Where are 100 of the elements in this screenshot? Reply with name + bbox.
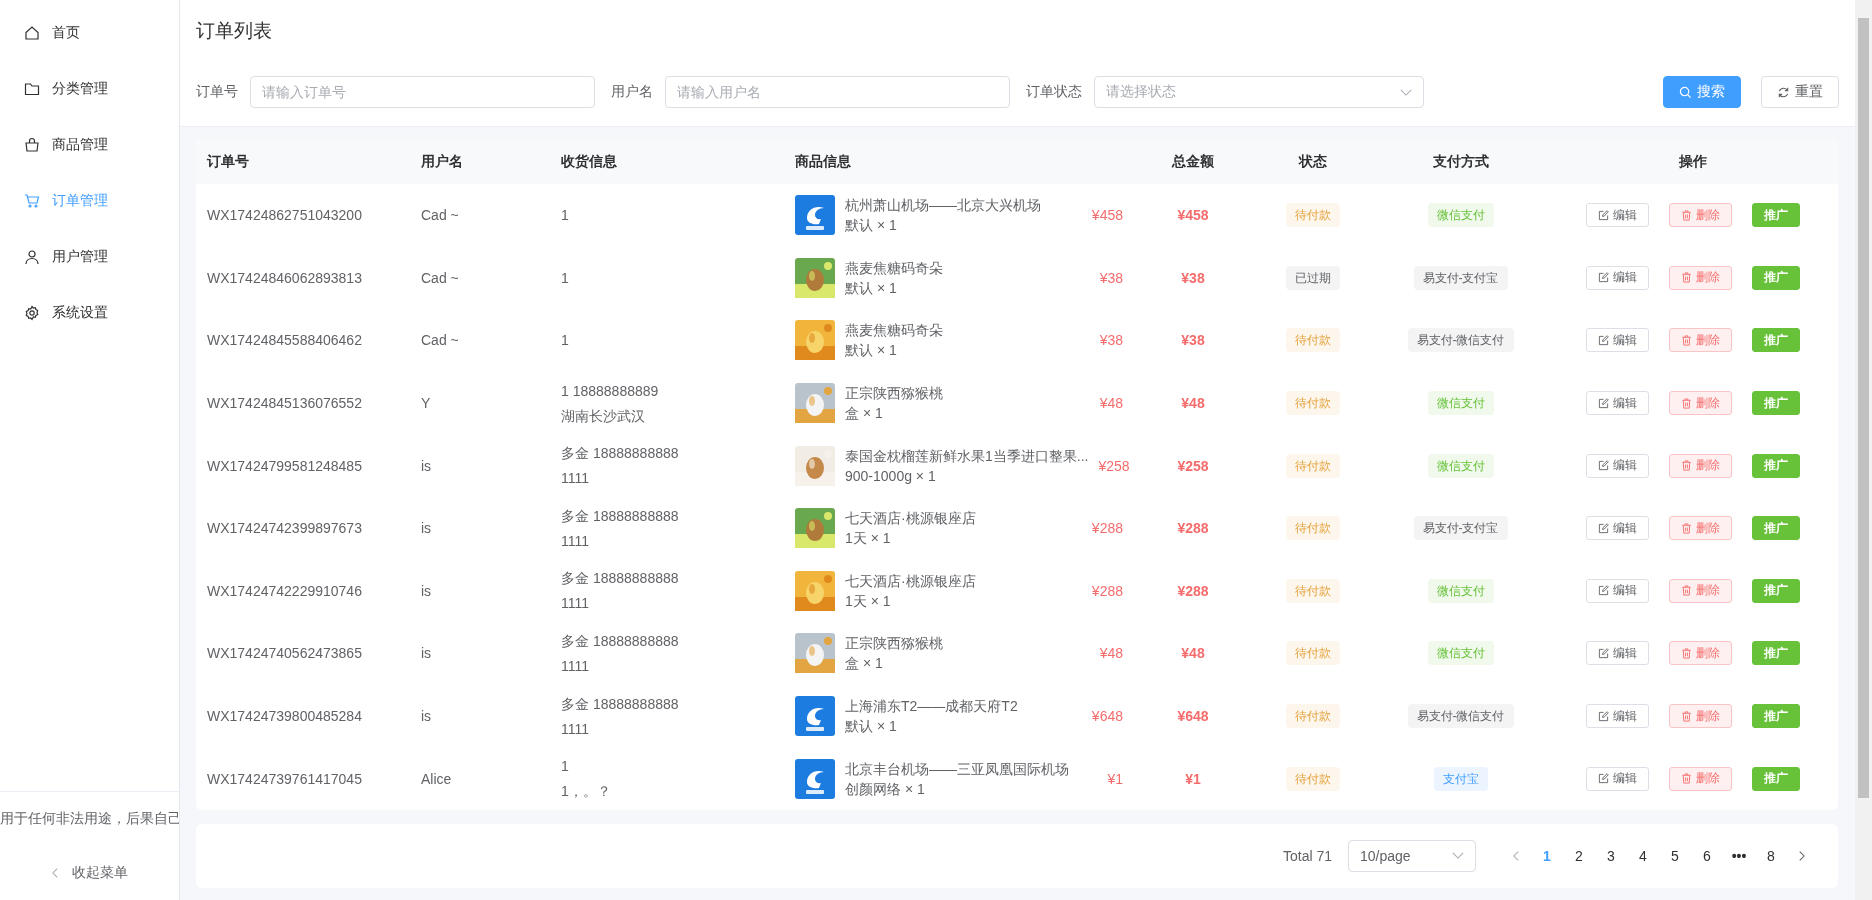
shipping-info: 1111 <box>561 594 590 614</box>
payment-tag: 微信支付 <box>1427 453 1494 478</box>
edit-button[interactable]: 编辑 <box>1585 265 1649 290</box>
page-button[interactable]: 4 <box>1627 847 1659 864</box>
payment-tag: 易支付-支付宝 <box>1413 516 1508 541</box>
unit-price: ¥458 <box>1091 207 1123 224</box>
order-number: WX17424799581248485 <box>207 457 362 474</box>
page-button[interactable]: 3 <box>1595 847 1627 864</box>
edit-button[interactable]: 编辑 <box>1585 766 1649 791</box>
status-tag: 已过期 <box>1286 265 1340 290</box>
text-field[interactable]: 请输入订单号 <box>250 76 595 108</box>
product-spec: 盒 × 1 <box>845 404 884 424</box>
shipping-info: 1111 <box>561 531 590 551</box>
scrollbar[interactable] <box>1855 0 1872 900</box>
page-button[interactable]: 2 <box>1563 847 1595 864</box>
page-button[interactable]: 5 <box>1659 847 1691 864</box>
edit-button[interactable]: 编辑 <box>1585 391 1649 416</box>
shipping-info: 多金 18888888888 <box>561 631 679 651</box>
edit-button[interactable]: 编辑 <box>1585 203 1649 228</box>
refresh-icon <box>1777 85 1790 99</box>
trash-icon <box>1680 647 1692 659</box>
product-spec: 默认 × 1 <box>845 278 898 298</box>
product-name: 北京丰台机场——三亚凤凰国际机场 <box>845 759 1069 779</box>
menu-item[interactable]: 分类管理 <box>0 61 179 117</box>
status-tag: 待付款 <box>1286 453 1340 478</box>
order-number: WX17424742399897673 <box>207 520 362 537</box>
filter-label: 用户名 <box>611 83 653 101</box>
next-page-icon[interactable] <box>1797 848 1806 863</box>
collapse-menu-button[interactable]: 收起菜单 <box>0 846 179 900</box>
page-button[interactable]: 6 <box>1691 847 1723 864</box>
text-field[interactable]: 请输入用户名 <box>665 76 1010 108</box>
menu-item[interactable]: 用户管理 <box>0 229 179 285</box>
app-logo-icon <box>795 696 835 737</box>
product-spec: 创颜网络 × 1 <box>845 779 926 799</box>
edit-icon <box>1597 522 1609 534</box>
product-name: 正宗陕西猕猴桃 <box>845 634 943 654</box>
product-name: 正宗陕西猕猴桃 <box>845 384 943 404</box>
menu-item[interactable]: 首页 <box>0 5 179 61</box>
unit-price: ¥38 <box>1099 269 1123 286</box>
app-logo-icon <box>795 758 835 799</box>
edit-button[interactable]: 编辑 <box>1585 516 1649 541</box>
status-tag: 待付款 <box>1286 203 1340 228</box>
menu-item[interactable]: 系统设置 <box>0 285 179 341</box>
shipping-info: 1111 <box>561 656 590 676</box>
unit-price: ¥288 <box>1091 582 1123 599</box>
total-amount: ¥48 <box>1181 395 1205 412</box>
edit-button[interactable]: 编辑 <box>1585 704 1649 729</box>
shipping-info: 1111 <box>561 469 590 489</box>
edit-button[interactable]: 编辑 <box>1585 453 1649 478</box>
folder-icon <box>24 81 40 97</box>
previous-page-icon[interactable] <box>1512 848 1521 863</box>
order-number: WX17424739761417045 <box>207 770 362 787</box>
page-title: 订单列表 <box>196 19 273 43</box>
order-number: WX17424862751043200 <box>207 207 362 224</box>
payment-tag: 易支付-微信支付 <box>1407 704 1514 729</box>
product-spec: 盒 × 1 <box>845 654 884 674</box>
shipping-info: 1 <box>561 206 569 226</box>
edit-button[interactable]: 编辑 <box>1585 328 1649 353</box>
shipping-info: 多金 18888888888 <box>561 569 679 589</box>
order-number: WX17424845136076552 <box>207 395 362 412</box>
total-amount: ¥288 <box>1177 582 1209 599</box>
order-number: WX17424740562473865 <box>207 645 362 662</box>
trash-icon <box>1680 397 1692 409</box>
edit-button[interactable]: 编辑 <box>1585 578 1649 603</box>
status-tag: 待付款 <box>1286 641 1340 666</box>
column-header: 用户名 <box>420 151 464 171</box>
user-name: Y <box>421 395 431 412</box>
product-name: 燕麦焦糖码奇朵 <box>845 258 943 278</box>
more-pages-button[interactable]: ••• <box>1723 847 1755 864</box>
status-tag: 待付款 <box>1286 328 1340 353</box>
home-icon <box>24 25 40 41</box>
product-spec: 默认 × 1 <box>845 216 898 236</box>
product-name: 杭州萧山机场——北京大兴机场 <box>845 196 1041 216</box>
shipping-info: 1 <box>561 331 569 351</box>
total-amount: ¥288 <box>1177 520 1209 537</box>
trash-icon <box>1680 209 1692 221</box>
reset-button[interactable]: 重置 <box>1761 76 1839 108</box>
edit-icon <box>1597 647 1609 659</box>
edit-icon <box>1597 773 1609 785</box>
total-amount: ¥648 <box>1177 708 1209 725</box>
page-size-select[interactable]: 10/page <box>1348 839 1476 872</box>
caret-icon <box>1400 88 1412 96</box>
total-amount: ¥1 <box>1185 770 1201 787</box>
total-amount: ¥38 <box>1181 332 1205 349</box>
user-name: is <box>421 582 432 599</box>
order-number: WX17424845588406462 <box>207 332 362 349</box>
product-name: 七天酒店·桃源银座店 <box>845 509 976 529</box>
menu-item[interactable]: 商品管理 <box>0 117 179 173</box>
page-button[interactable]: 8 <box>1755 847 1787 864</box>
edit-icon <box>1597 397 1609 409</box>
app-logo-icon <box>795 195 835 236</box>
chevron-left-icon <box>51 866 60 880</box>
shipping-info: 1 <box>561 757 569 777</box>
product-name: 泰国金枕榴莲新鲜水果1当季进口整果... <box>845 446 1089 466</box>
product-name: 燕麦焦糖码奇朵 <box>845 321 943 341</box>
status-tag: 待付款 <box>1286 516 1340 541</box>
column-header: 状态 <box>1297 151 1328 171</box>
search-icon <box>1679 85 1692 99</box>
user-name: is <box>421 708 432 725</box>
edit-button[interactable]: 编辑 <box>1585 641 1649 666</box>
